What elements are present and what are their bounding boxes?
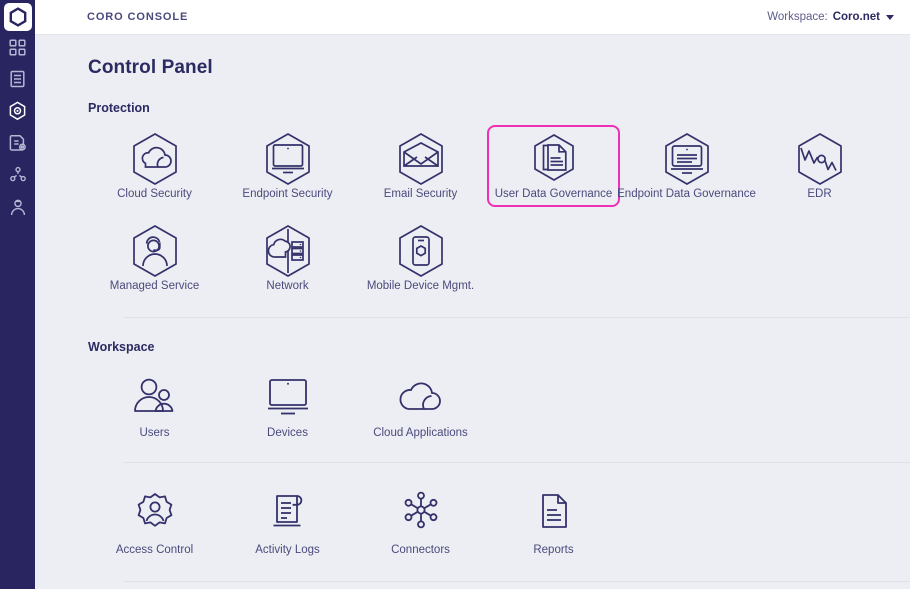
hex-filedrive-icon: [660, 133, 714, 185]
control-panel-content: Control Panel Protection Cloud Security: [35, 35, 910, 589]
hub-nodes-icon: [394, 489, 448, 541]
tile-label: Devices: [267, 427, 308, 439]
tile-network[interactable]: Network: [221, 217, 354, 299]
tile-label: Users: [139, 427, 169, 439]
tile-devices[interactable]: Devices: [221, 364, 354, 446]
tile-edr[interactable]: EDR: [753, 125, 886, 207]
tile-endpoint-security[interactable]: Endpoint Security: [221, 125, 354, 207]
sidebar-item-connectors[interactable]: [0, 159, 35, 191]
sidebar-item-account[interactable]: [0, 191, 35, 223]
tile-endpoint-data-governance[interactable]: Endpoint Data Governance: [620, 125, 753, 207]
section-divider-3: [123, 581, 910, 582]
app-brand-title: CORO CONSOLE: [87, 11, 188, 23]
hex-mobile-icon: [394, 225, 448, 277]
tile-managed-service[interactable]: Managed Service: [88, 217, 221, 299]
workspace-selector[interactable]: Workspace: Coro.net: [767, 11, 894, 23]
protection-row-2: Managed Service: [35, 217, 910, 299]
tile-email-security[interactable]: Email Security: [354, 125, 487, 207]
main-column: CORO CONSOLE Workspace: Coro.net Control…: [35, 0, 910, 589]
workspace-value: Coro.net: [833, 11, 880, 23]
tile-label: Managed Service: [110, 280, 200, 292]
page-title: Control Panel: [35, 35, 910, 79]
tools-row: Access Control Act: [35, 481, 910, 563]
hex-headset-person-icon: [128, 225, 182, 277]
gear-person-icon: [128, 489, 182, 541]
tile-label: Mobile Device Mgmt.: [367, 280, 474, 292]
hex-document-icon: [527, 133, 581, 185]
tile-label: Cloud Security: [117, 188, 192, 200]
tile-access-control[interactable]: Access Control: [88, 481, 221, 563]
tile-cloud-security[interactable]: Cloud Security: [88, 125, 221, 207]
tile-label: User Data Governance: [495, 188, 613, 200]
tile-label: Connectors: [391, 544, 450, 556]
tile-user-data-governance[interactable]: User Data Governance: [487, 125, 620, 207]
protection-row-1: Cloud Security Endpoint Security: [35, 125, 910, 207]
scroll-log-icon: [261, 489, 315, 541]
workspace-label: Workspace:: [767, 11, 828, 23]
hex-cloud-icon: [128, 133, 182, 185]
two-people-icon: [128, 372, 182, 424]
top-header-bar: CORO CONSOLE Workspace: Coro.net: [35, 0, 910, 35]
tile-activity-logs[interactable]: Activity Logs: [221, 481, 354, 563]
tile-mobile-device-mgmt[interactable]: Mobile Device Mgmt.: [354, 217, 487, 299]
tile-label: Access Control: [116, 544, 193, 556]
tile-label: Activity Logs: [255, 544, 320, 556]
workspace-row-1: Users Devices: [35, 364, 910, 446]
sidebar-item-control-panel[interactable]: [0, 95, 35, 127]
chevron-down-icon: [886, 15, 894, 20]
section-divider-1: [123, 317, 910, 318]
section-divider-2: [123, 462, 910, 463]
tile-cloud-applications[interactable]: Cloud Applications: [354, 364, 487, 446]
app-root: CORO CONSOLE Workspace: Coro.net Control…: [0, 0, 910, 589]
sidebar-item-tickets[interactable]: [0, 63, 35, 95]
hex-envelope-icon: [394, 133, 448, 185]
tile-label: Endpoint Security: [242, 188, 332, 200]
tile-label: Network: [266, 280, 308, 292]
monitor-icon: [261, 372, 315, 424]
cloud-icon: [394, 372, 448, 424]
section-heading-workspace: Workspace: [35, 340, 910, 354]
sidebar-item-policies[interactable]: [0, 127, 35, 159]
tile-users[interactable]: Users: [88, 364, 221, 446]
tile-reports[interactable]: Reports: [487, 481, 620, 563]
coro-hexagon-logo-icon[interactable]: [4, 3, 32, 31]
hex-cloud-server-icon: [261, 225, 315, 277]
section-heading-protection: Protection: [35, 101, 910, 115]
hex-pulse-icon: [793, 133, 847, 185]
left-sidebar: [0, 0, 35, 589]
tile-label: EDR: [807, 188, 831, 200]
hex-laptop-icon: [261, 133, 315, 185]
tile-label: Cloud Applications: [373, 427, 468, 439]
tile-label: Reports: [533, 544, 573, 556]
tile-connectors[interactable]: Connectors: [354, 481, 487, 563]
tile-label: Email Security: [384, 188, 458, 200]
sidebar-item-dashboard[interactable]: [0, 31, 35, 63]
report-document-icon: [527, 489, 581, 541]
tile-label: Endpoint Data Governance: [617, 188, 756, 200]
